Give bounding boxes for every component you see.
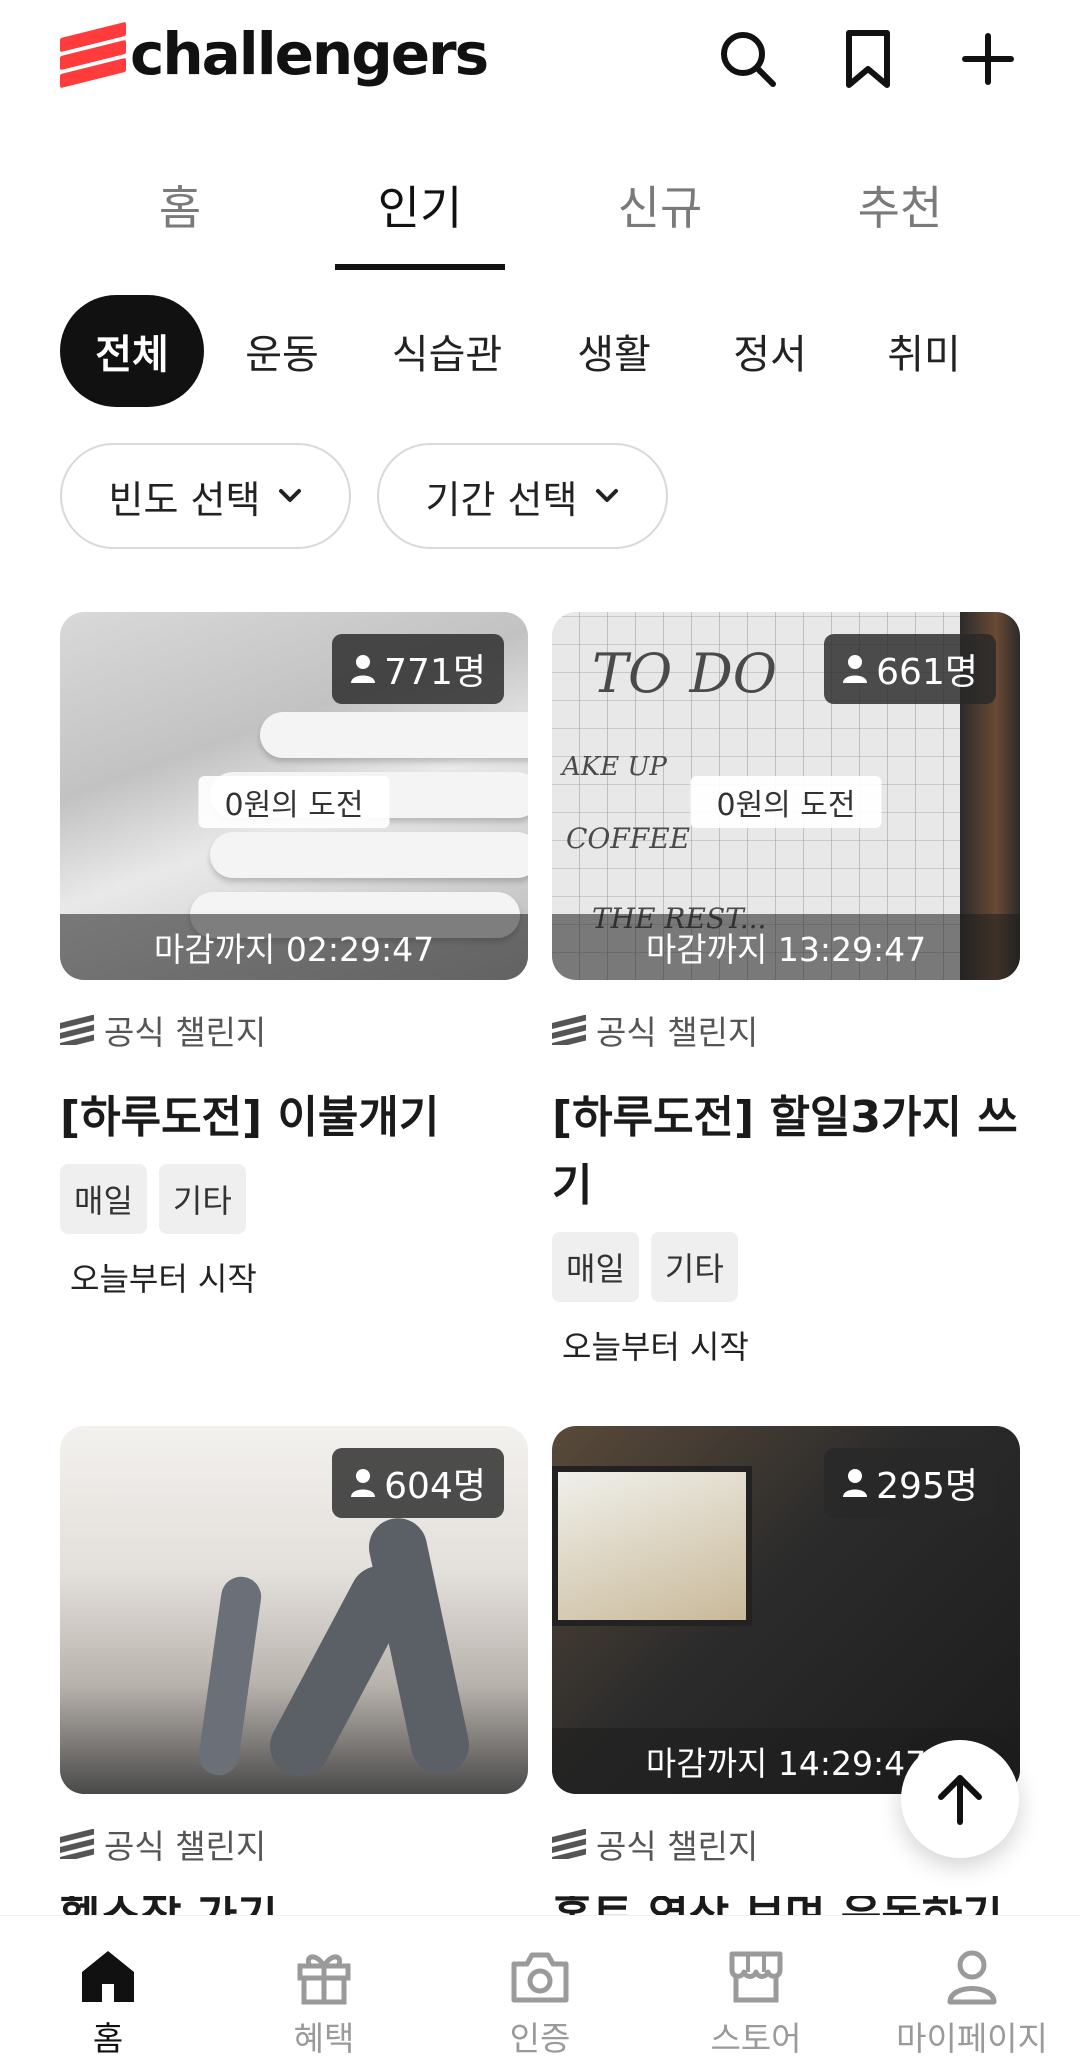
logo-text: challengers [130,20,489,88]
person-icon [843,1469,868,1497]
free-challenge-badge: 0원의 도전 [198,776,390,828]
chevron-down-icon [279,489,302,502]
note-line: AKE UP [562,752,667,782]
tag-frequency: 매일 [552,1232,639,1302]
deadline-timer: 마감까지 02:29:47 [60,914,528,980]
official-text: 공식 챌린지 [104,1013,267,1052]
period-select-label: 기간 선택 [425,477,578,522]
nav-home-label: 홈 [92,2019,124,2058]
scroll-to-top-button[interactable] [901,1740,1019,1858]
challenge-card[interactable]: 771명 0원의 도전 마감까지 02:29:47 공식 챌린지 [하루도전] … [60,612,528,1300]
note-line: TO DO [592,642,778,705]
tab-new[interactable]: 신규 [540,160,780,270]
tab-popular[interactable]: 인기 [300,160,540,270]
home-icon [82,1951,134,2002]
logo-mark-icon [60,21,126,89]
nav-verify-label: 인증 [509,2019,571,2058]
period-select[interactable]: 기간 선택 [377,443,668,549]
chevron-down-icon [596,489,619,502]
nav-home[interactable]: 홈 [0,1916,216,2069]
challenge-title-partial[interactable]: 홈트 영상 보며 운동하기 [552,1896,1020,1916]
official-stripes-icon [60,1015,94,1045]
search-icon[interactable] [716,24,780,94]
challenge-card[interactable]: 604명 공식 챌린지 [60,1426,528,1868]
category-hobby[interactable]: 취미 [846,295,1002,407]
start-date: 오늘부터 시작 [562,1328,749,1366]
app-header: challengers [0,0,1080,130]
challenge-thumbnail[interactable]: TO DO AKE UP COFFEE THE REST... 661명 0원의… [552,612,1020,980]
frequency-select[interactable]: 빈도 선택 [60,443,351,549]
frequency-select-label: 빈도 선택 [108,477,261,522]
nav-benefits[interactable]: 혜택 [216,1916,432,2069]
challenge-title[interactable]: [하루도전] 이불개기 [60,1084,528,1152]
plus-icon[interactable] [956,24,1020,94]
official-challenge-label: 공식 챌린지 [60,1006,528,1054]
tab-recommended[interactable]: 추천 [780,160,1020,270]
bookmark-icon[interactable] [836,24,900,94]
participant-count: 661명 [876,652,978,693]
start-date: 오늘부터 시작 [70,1260,257,1298]
challenge-title-partial[interactable]: 헬스장 가기 [60,1896,528,1916]
arrow-up-icon [938,1775,982,1825]
category-life[interactable]: 생활 [534,295,694,407]
top-tab-bar: 홈 인기 신규 추천 [60,160,1020,270]
nav-store-label: 스토어 [710,2019,802,2058]
deadline-timer: 마감까지 13:29:47 [552,914,1020,980]
category-exercise[interactable]: 운동 [204,295,360,407]
challenge-thumbnail[interactable]: 771명 0원의 도전 마감까지 02:29:47 [60,612,528,980]
filter-row: 빈도 선택 기간 선택 [60,443,668,549]
tab-home[interactable]: 홈 [60,160,300,270]
person-icon [351,655,376,683]
nav-benefits-label: 혜택 [293,2019,355,2058]
person-icon [947,1950,997,2005]
participant-count-badge: 604명 [332,1448,504,1518]
official-text: 공식 챌린지 [596,1013,759,1052]
tag-list: 매일 기타 [60,1164,528,1234]
store-icon [729,1951,783,2003]
person-icon [351,1469,376,1497]
note-line: COFFEE [566,822,691,855]
official-stripes-icon [552,1015,586,1045]
gift-icon [297,1954,351,2005]
official-text: 공식 챌린지 [104,1827,267,1866]
nav-verify[interactable]: 인증 [432,1916,648,2069]
challengers-logo[interactable]: challengers [60,20,489,89]
participant-count: 771명 [384,652,486,693]
participant-count: 295명 [876,1466,978,1507]
tag-category: 기타 [650,1232,738,1302]
official-challenge-label: 공식 챌린지 [60,1820,528,1868]
participant-count-badge: 771명 [332,634,504,704]
category-emotion[interactable]: 정서 [694,295,846,407]
participant-count-badge: 295명 [824,1448,996,1518]
challenge-thumbnail[interactable]: 295명 마감까지 14:29:47 [552,1426,1020,1794]
challenge-title[interactable]: [하루도전] 할일3가지 쓰기 [552,1084,1020,1220]
official-stripes-icon [552,1829,586,1859]
tag-list: 매일 기타 [552,1232,1020,1302]
participant-count: 604명 [384,1466,486,1507]
category-chip-row: 전체 운동 식습관 생활 정서 취미 [60,295,1040,407]
tag-category: 기타 [158,1164,246,1234]
tag-frequency: 매일 [60,1164,147,1234]
category-all[interactable]: 전체 [60,295,204,407]
free-challenge-badge: 0원의 도전 [690,776,882,828]
nav-store[interactable]: 스토어 [648,1916,864,2069]
official-stripes-icon [60,1829,94,1859]
official-challenge-label: 공식 챌린지 [552,1006,1020,1054]
official-text: 공식 챌린지 [596,1827,759,1866]
nav-mypage-label: 마이페이지 [896,2019,1048,2058]
person-icon [843,655,868,683]
camera-icon [511,1952,569,2003]
participant-count-badge: 661명 [824,634,996,704]
challenge-card[interactable]: TO DO AKE UP COFFEE THE REST... 661명 0원의… [552,612,1020,1368]
category-diet[interactable]: 식습관 [360,295,534,407]
bottom-navigation: 홈 혜택 인증 스토어 마이페이지 [0,1915,1080,2069]
nav-mypage[interactable]: 마이페이지 [864,1916,1080,2069]
challenge-thumbnail[interactable]: 604명 [60,1426,528,1794]
